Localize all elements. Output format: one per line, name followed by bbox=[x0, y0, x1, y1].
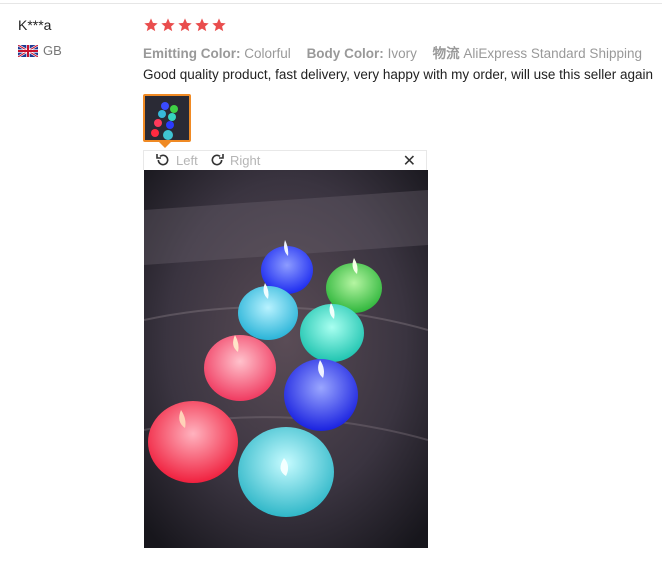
rotate-right-icon bbox=[211, 154, 224, 166]
review-photo-thumbnail[interactable] bbox=[143, 94, 191, 142]
uk-flag-icon bbox=[18, 44, 38, 57]
image-viewer-toolbar: Left Right ✕ bbox=[143, 150, 427, 170]
attr-key-shipping: 物流 bbox=[432, 46, 460, 61]
rotate-left-icon bbox=[156, 154, 169, 166]
thumbnail-pointer bbox=[159, 142, 171, 148]
rotate-right-button[interactable]: Right bbox=[208, 152, 260, 168]
star-icon bbox=[178, 18, 192, 32]
rotate-right-label: Right bbox=[230, 152, 261, 168]
attr-key-body-color: Body Color: bbox=[306, 46, 384, 61]
country-code: GB bbox=[43, 43, 62, 58]
attr-value-body-color: Ivory bbox=[387, 46, 417, 61]
star-icon bbox=[212, 18, 226, 32]
review-photo bbox=[144, 170, 428, 548]
attr-key-emitting-color: Emitting Color: bbox=[143, 46, 241, 61]
star-icon bbox=[195, 18, 209, 32]
attr-value-shipping: AliExpress Standard Shipping bbox=[463, 46, 642, 61]
star-icon bbox=[144, 18, 158, 32]
reviewer-country: GB bbox=[18, 43, 62, 58]
review-text: Good quality product, fast delivery, ver… bbox=[143, 67, 653, 82]
separator-line bbox=[0, 3, 662, 4]
star-icon bbox=[161, 18, 175, 32]
reviewer-name: K***a bbox=[18, 17, 52, 33]
rotate-left-button[interactable]: Left bbox=[154, 152, 198, 168]
thumbnail-image bbox=[145, 96, 189, 140]
star-rating bbox=[143, 17, 227, 33]
order-attributes: Emitting Color: Colorful Body Color: Ivo… bbox=[143, 42, 654, 62]
close-viewer-button[interactable]: ✕ bbox=[403, 151, 416, 171]
attr-value-emitting-color: Colorful bbox=[244, 46, 291, 61]
rotate-left-label: Left bbox=[176, 152, 198, 168]
